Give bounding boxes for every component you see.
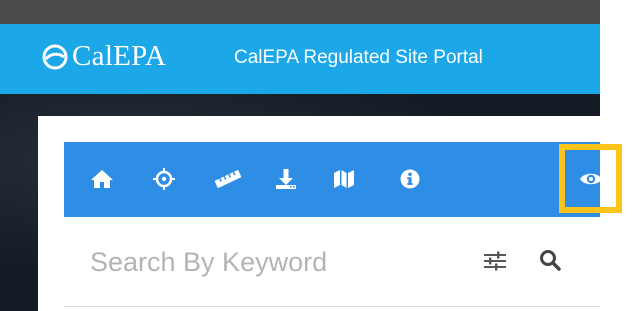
search-icon <box>540 250 561 271</box>
crosshairs-icon <box>153 168 175 190</box>
search-input[interactable] <box>90 242 420 282</box>
locate-button[interactable] <box>150 165 178 193</box>
calepa-logo-icon <box>42 44 68 69</box>
portal-title: CalEPA Regulated Site Portal <box>234 47 483 68</box>
info-icon <box>400 169 420 189</box>
app-header: CalEPA CalEPA Regulated Site Portal <box>0 24 600 94</box>
logo-text: CalEPA <box>72 40 167 72</box>
measure-button[interactable] <box>214 165 242 193</box>
search-divider <box>64 306 600 307</box>
ruler-icon <box>214 170 242 188</box>
top-strip <box>0 0 600 24</box>
map-icon <box>334 170 354 188</box>
tool-panel <box>38 116 622 311</box>
search-row <box>64 234 600 294</box>
download-button[interactable] <box>272 165 300 193</box>
download-icon <box>276 169 296 189</box>
search-button[interactable] <box>538 248 564 274</box>
basemap-button[interactable] <box>330 165 358 193</box>
sliders-icon <box>484 251 506 271</box>
home-button[interactable] <box>88 165 116 193</box>
toolbar <box>64 142 622 217</box>
visibility-button[interactable] <box>577 165 605 193</box>
calepa-logo[interactable]: CalEPA <box>42 40 166 73</box>
home-icon <box>91 170 113 188</box>
filter-button[interactable] <box>482 248 508 274</box>
eye-icon <box>580 173 602 185</box>
info-button[interactable] <box>396 165 424 193</box>
